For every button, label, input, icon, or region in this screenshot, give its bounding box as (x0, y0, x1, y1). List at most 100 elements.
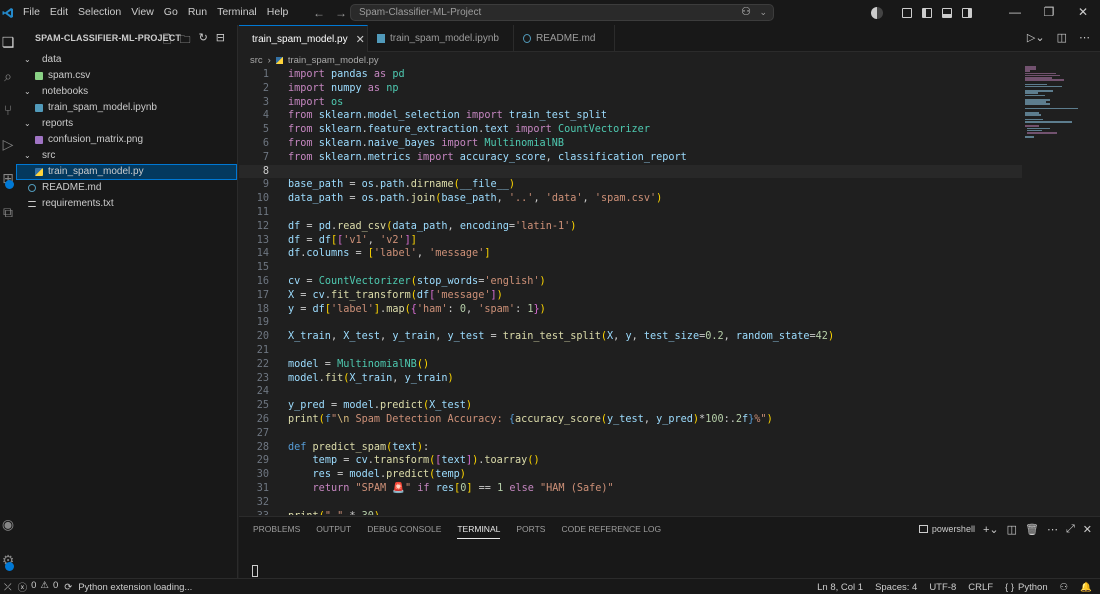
tab-debug-console[interactable]: DEBUG CONSOLE (367, 517, 441, 541)
tab-output[interactable]: OUTPUT (316, 517, 351, 541)
minimap[interactable] (1025, 66, 1085, 146)
indentation[interactable]: Spaces: 4 (875, 582, 917, 593)
code-line[interactable]: 6 from sklearn.naive_bayes import Multino… (239, 137, 1022, 151)
tab-train-ipynb[interactable]: train_spam_model.ipynb (369, 25, 514, 52)
code-line[interactable]: 3 import os (239, 96, 1022, 110)
code-line[interactable]: 12 df = pd.read_csv(data_path, encoding='… (239, 220, 1022, 234)
tab-terminal[interactable]: TERMINAL (457, 517, 500, 541)
code-line[interactable]: 16 cv = CountVectorizer(stop_words='engli… (239, 275, 1022, 289)
copilot-status-icon[interactable]: ⚇ (1060, 582, 1069, 593)
cursor-position[interactable]: Ln 8, Col 1 (817, 582, 863, 593)
code-line[interactable]: 19 (239, 316, 1022, 330)
code-line[interactable]: 1 import pandas as pd (239, 68, 1022, 82)
close-icon[interactable]: ✕ (356, 33, 365, 46)
tree-folder-src[interactable]: ⌄ src (16, 148, 237, 164)
terminal-cursor[interactable] (252, 565, 258, 577)
code-line[interactable]: 23 model.fit(X_train, y_train) (239, 372, 1022, 386)
code-line[interactable]: 5 from sklearn.feature_extraction.text im… (239, 123, 1022, 137)
tab-train-py[interactable]: train_spam_model.py ✕ (239, 25, 368, 52)
remote-icon[interactable]: ⤫ (4, 582, 12, 593)
code-line[interactable]: 32 (239, 496, 1022, 510)
code-line[interactable]: 8 (239, 164, 1022, 179)
source-control-icon[interactable]: ⑂ (0, 99, 16, 121)
run-python-icon[interactable]: ▷⌄ (1027, 31, 1045, 44)
menu-go[interactable]: Go (159, 0, 183, 25)
code-line[interactable]: 18 y = df['label'].map({'ham': 0, 'spam':… (239, 303, 1022, 317)
code-line[interactable]: 20 X_train, X_test, y_train, y_test = tra… (239, 330, 1022, 344)
minimize-icon[interactable]: — (998, 0, 1032, 25)
python-icon[interactable]: ⧉ (0, 201, 16, 223)
tree-file-readme[interactable]: README.md (16, 180, 237, 196)
code-editor[interactable]: 1 import pandas as pd 2 import numpy as np 3… (239, 66, 1100, 515)
code-line[interactable]: 15 (239, 261, 1022, 275)
problems-status[interactable]: ⓧ 0 ⚠ 0 (18, 580, 59, 594)
forward-arrow-icon[interactable]: → (335, 6, 347, 20)
toggle-primary-sidebar-icon[interactable] (922, 7, 932, 18)
menu-selection[interactable]: Selection (73, 0, 126, 25)
copilot-icon[interactable]: ⚇ (741, 5, 751, 20)
split-editor-icon[interactable]: ◫ (1057, 31, 1067, 44)
maximize-panel-icon[interactable]: ⤢ (1066, 523, 1075, 536)
breadcrumb-file[interactable]: train_spam_model.py (288, 55, 379, 66)
restore-icon[interactable]: ❐ (1032, 0, 1066, 25)
command-center[interactable]: Spam-Classifier-ML-Project ⚇ ⌄ (350, 4, 774, 21)
breadcrumb-folder[interactable]: src (250, 55, 263, 66)
code-line[interactable]: 11 (239, 206, 1022, 220)
tree-file-spam-csv[interactable]: spam.csv (16, 68, 237, 84)
new-folder-icon[interactable]: 🗀 (180, 31, 191, 50)
terminal-selector[interactable]: powershell (918, 524, 975, 534)
code-line[interactable]: 22 model = MultinomialNB() (239, 358, 1022, 372)
code-line[interactable]: 24 (239, 385, 1022, 399)
code-line[interactable]: 2 import numpy as np (239, 82, 1022, 96)
tab-ports[interactable]: PORTS (516, 517, 545, 541)
close-window-icon[interactable]: ✕ (1066, 0, 1100, 25)
refresh-icon[interactable]: ↻ (199, 31, 208, 50)
manage-gear-icon[interactable]: ⚙ (0, 549, 16, 571)
customize-layout-icon[interactable] (902, 7, 912, 18)
tree-file-confusion-matrix[interactable]: confusion_matrix.png (16, 132, 237, 148)
menu-terminal[interactable]: Terminal (212, 0, 262, 25)
code-line[interactable]: 31 return "SPAM 🚨" if res[0] == 1 else "… (239, 482, 1022, 496)
tree-folder-reports[interactable]: ⌄ reports (16, 116, 237, 132)
tree-folder-notebooks[interactable]: ⌄ notebooks (16, 84, 237, 100)
tree-folder-data[interactable]: ⌄ data (16, 52, 237, 68)
code-line[interactable]: 7 from sklearn.metrics import accuracy_sc… (239, 151, 1022, 165)
new-terminal-icon[interactable]: +⌄ (983, 523, 999, 536)
more-actions-icon[interactable]: ⋯ (1047, 523, 1058, 536)
menu-file[interactable]: File (18, 0, 45, 25)
tab-problems[interactable]: PROBLEMS (253, 517, 300, 541)
code-line[interactable]: 17 X = cv.fit_transform(df['message']) (239, 289, 1022, 303)
menu-edit[interactable]: Edit (45, 0, 73, 25)
kill-terminal-icon[interactable]: 🗑 (1025, 523, 1039, 536)
code-line[interactable]: 27 (239, 427, 1022, 441)
code-line[interactable]: 28 def predict_spam(text): (239, 441, 1022, 455)
code-line[interactable]: 33 print("-" * 30) (239, 510, 1022, 515)
split-terminal-icon[interactable]: ◫ (1007, 523, 1017, 536)
extensions-icon[interactable]: ⊞ (0, 167, 16, 189)
code-line[interactable]: 26 print(f"\n Spam Detection Accuracy: {a… (239, 413, 1022, 427)
code-line[interactable]: 14 df.columns = ['label', 'message'] (239, 247, 1022, 261)
run-debug-icon[interactable]: ▷ (0, 133, 16, 155)
collapse-all-icon[interactable]: ⊟ (216, 31, 225, 50)
editor-scrollbar[interactable] (1086, 66, 1100, 515)
back-arrow-icon[interactable]: ← (313, 6, 325, 20)
tree-file-notebook[interactable]: train_spam_model.ipynb (16, 100, 237, 116)
tab-readme[interactable]: README.md (515, 25, 615, 52)
accounts-icon[interactable]: ◉ (0, 513, 16, 535)
tree-file-train-py[interactable]: train_spam_model.py (16, 164, 237, 180)
menu-help[interactable]: Help (262, 0, 294, 25)
chevron-down-icon[interactable]: ⌄ (759, 5, 767, 20)
status-message[interactable]: Python extension loading... (78, 582, 192, 593)
tab-code-reference-log[interactable]: CODE REFERENCE LOG (561, 517, 661, 541)
code-line[interactable]: 21 (239, 344, 1022, 358)
explorer-icon[interactable]: ❏ (0, 31, 16, 53)
end-of-line[interactable]: CRLF (968, 582, 993, 593)
code-line[interactable]: 30 res = model.predict(temp) (239, 468, 1022, 482)
notifications-bell-icon[interactable]: 🔔 (1080, 582, 1092, 593)
tree-file-requirements[interactable]: requirements.txt (16, 196, 237, 212)
search-icon[interactable]: ⌕ (0, 65, 16, 87)
accounts-circle-icon[interactable] (871, 6, 883, 19)
code-line[interactable]: 29 temp = cv.transform([text]).toarray() (239, 454, 1022, 468)
code-line[interactable]: 13 df = df[['v1', 'v2']] (239, 234, 1022, 248)
more-actions-icon[interactable]: ⋯ (1079, 31, 1090, 44)
